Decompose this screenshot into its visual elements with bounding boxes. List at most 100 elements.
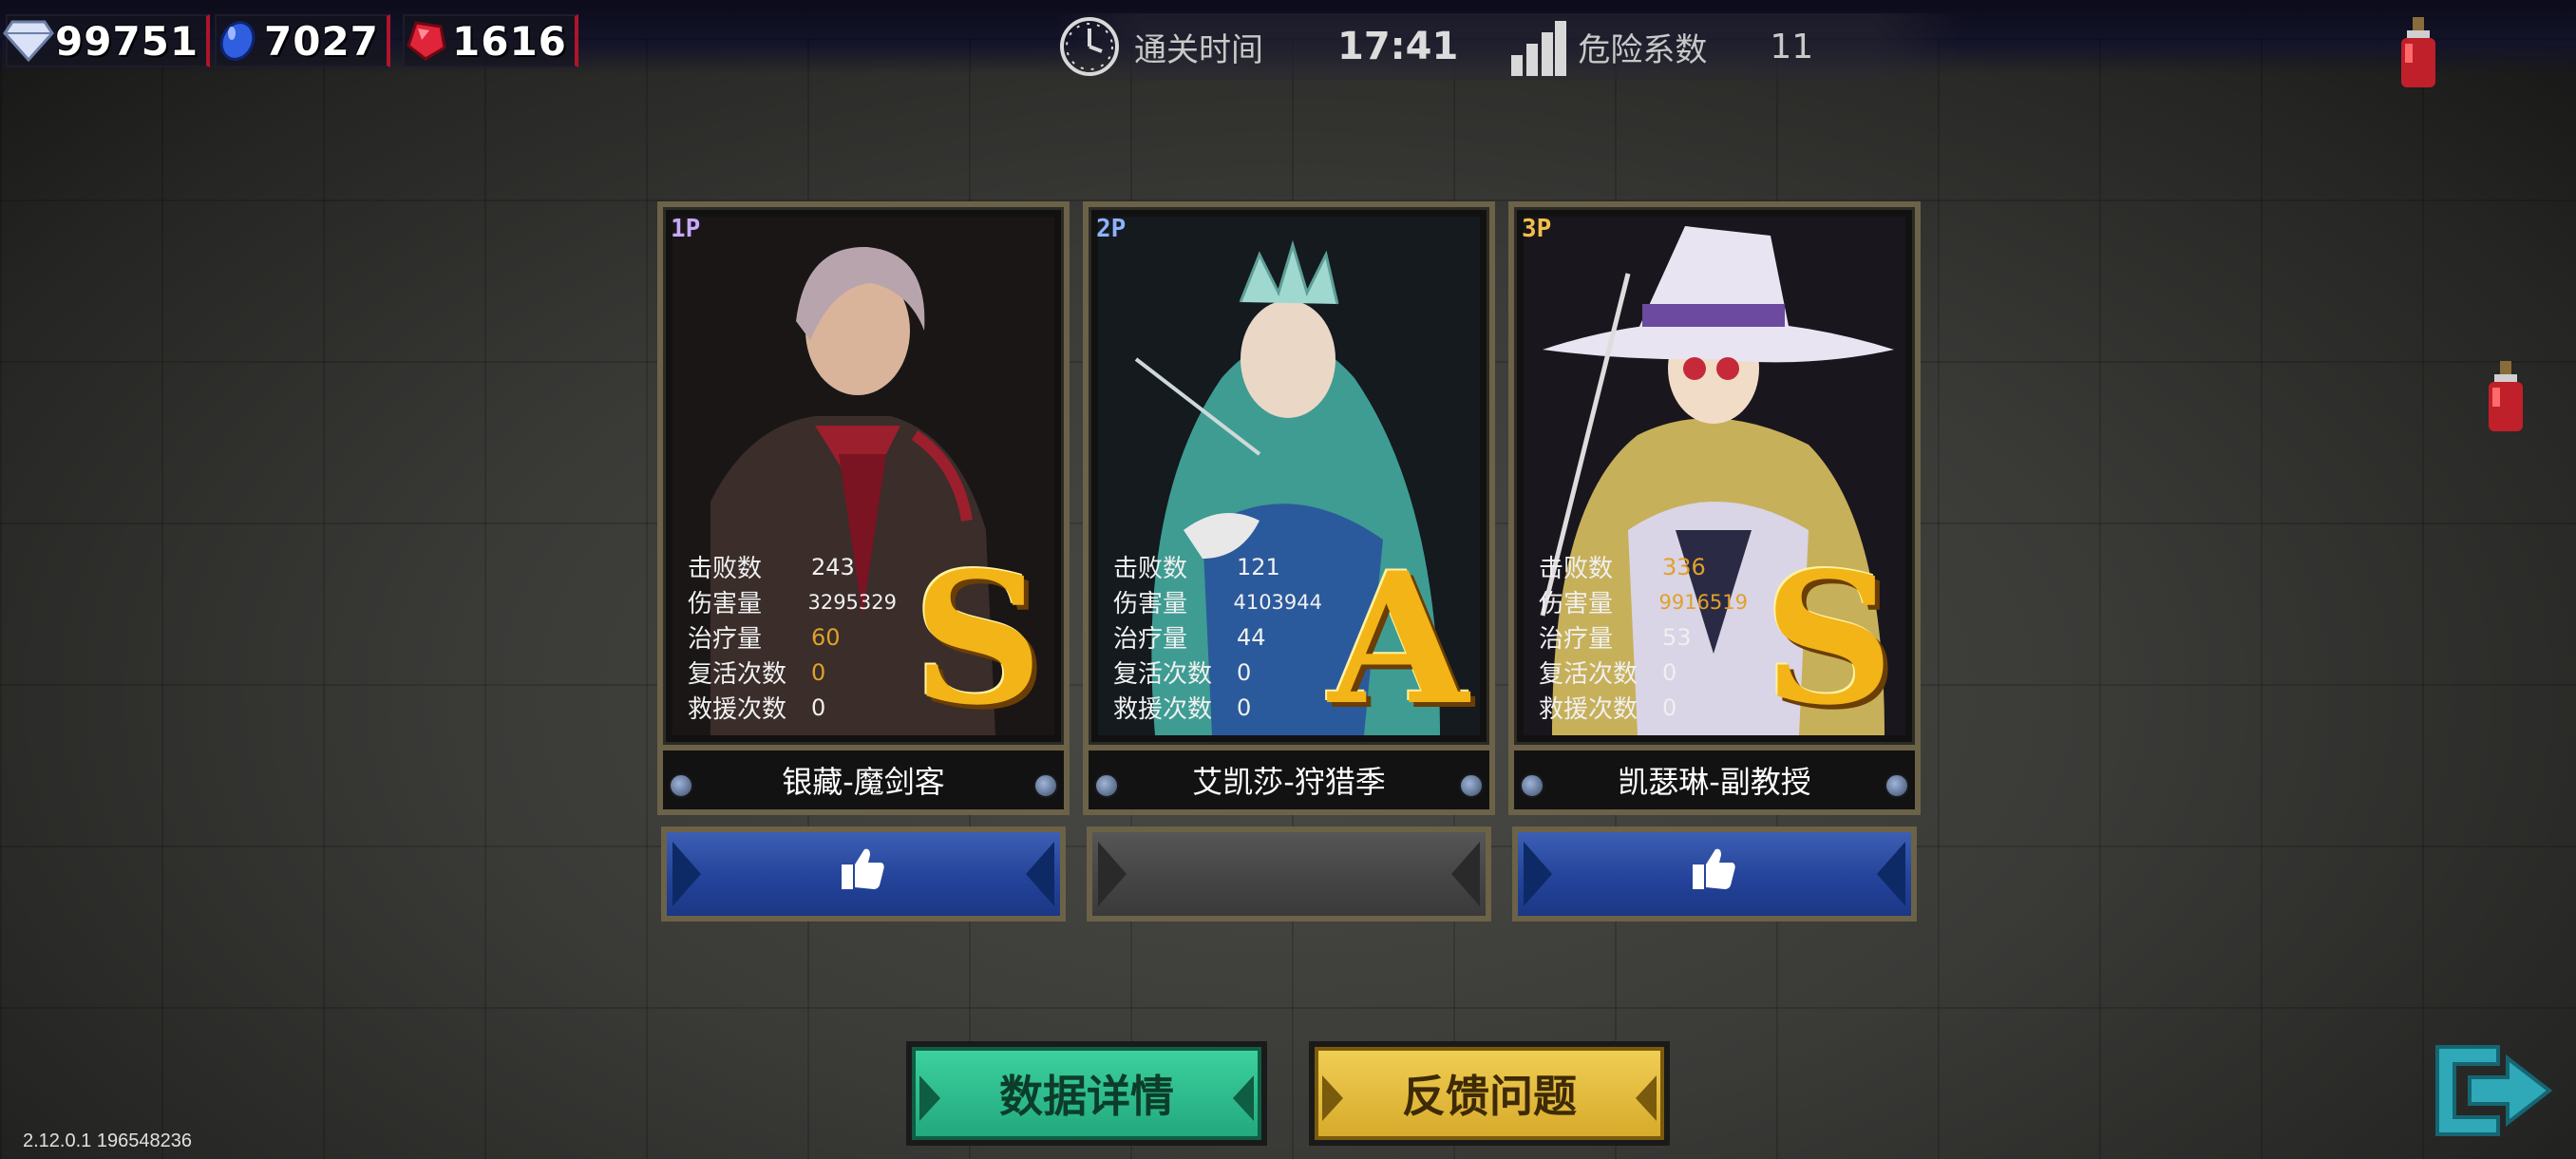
stat-row-kills: 击败数 243: [688, 549, 897, 584]
stud-icon: [1885, 773, 1909, 798]
stat-value: 0: [811, 694, 826, 721]
data-details-label: 数据详情: [999, 1071, 1174, 1122]
stud-icon: [1520, 773, 1544, 798]
thumbs-up-icon: [1691, 846, 1738, 903]
stat-value: 0: [1237, 658, 1252, 686]
stat-value: 9916519: [1658, 590, 1748, 614]
clear-time-value: 17:41: [1337, 25, 1459, 68]
arrow-right-icon: [1877, 842, 1905, 906]
stat-value: 0: [1662, 694, 1677, 721]
potion-icon: [2401, 17, 2435, 87]
player-badge: 1P: [671, 215, 701, 243]
player-name: 凯瑟琳-副教授: [1618, 764, 1811, 800]
arrow-right-icon: [1233, 1075, 1254, 1121]
stat-row-revives: 复活次数 0: [1539, 655, 1748, 690]
run-summary-bar: 通关时间 17:41 危险系数 11: [1052, 13, 1964, 80]
stat-value: 44: [1237, 623, 1266, 651]
danger-label: 危险系数: [1578, 30, 1708, 69]
player-stats: 击败数 336 伤害量 9916519 治疗量 53 复活次数 0 救援次数 0: [1539, 549, 1748, 725]
player-name: 艾凯莎-狩猎季: [1192, 764, 1386, 800]
stat-value: 53: [1662, 623, 1692, 651]
stat-value: 60: [811, 623, 841, 651]
stat-label: 伤害量: [1113, 590, 1188, 618]
grade-letter: S: [1763, 533, 1894, 745]
player-name-bar: 艾凯莎-狩猎季: [1083, 750, 1495, 815]
stat-row-revives: 复活次数 0: [688, 655, 897, 690]
grade-letter: S: [912, 533, 1043, 745]
stat-value: 0: [811, 658, 826, 686]
stat-value: 4103944: [1233, 590, 1322, 614]
arrow-left-icon: [1322, 1075, 1343, 1121]
player-card-3: 3P 击败数 336 伤害量 9916519 治疗量 53 复活次数 0 救援次数 0 S…: [1508, 201, 1921, 929]
stat-label: 伤害量: [688, 590, 763, 618]
stat-row-damage: 伤害量 3295329: [688, 584, 897, 619]
stat-label: 击败数: [688, 555, 763, 583]
arrow-right-icon: [1026, 842, 1054, 906]
version-text: 2.12.0.1 196548236: [23, 1130, 192, 1151]
grade-letter: A: [1328, 533, 1468, 745]
stat-value: 121: [1237, 553, 1280, 580]
stat-label: 复活次数: [1539, 660, 1638, 689]
stat-row-damage: 伤害量 9916519: [1539, 584, 1748, 619]
player-name: 银藏-魔剑客: [782, 764, 945, 800]
arrow-right-icon: [1451, 842, 1480, 906]
player-badge: 3P: [1522, 215, 1552, 243]
stat-value: 243: [811, 553, 855, 580]
stud-icon: [1094, 773, 1119, 798]
blue-gem-icon: [211, 14, 264, 67]
diamond-count: 99751: [55, 17, 199, 65]
stud-icon: [669, 773, 693, 798]
thumbs-up-icon: [840, 846, 887, 903]
currency-blue-gem: 7027: [215, 13, 390, 68]
player-name-bar: 凯瑟琳-副教授: [1508, 750, 1921, 815]
stat-label: 治疗量: [1113, 625, 1188, 654]
currency-red-gem: 1616: [403, 13, 578, 68]
stat-label: 击败数: [1539, 555, 1614, 583]
stat-value: 0: [1237, 694, 1252, 721]
arrow-left-icon: [1098, 842, 1127, 906]
stat-label: 击败数: [1113, 555, 1188, 583]
stat-row-kills: 击败数 121: [1113, 549, 1322, 584]
player-badge: 2P: [1096, 215, 1127, 243]
stat-row-kills: 击败数 336: [1539, 549, 1748, 584]
stat-row-revives: 复活次数 0: [1113, 655, 1322, 690]
clock-icon: [1060, 17, 1119, 76]
stat-label: 复活次数: [1113, 660, 1213, 689]
stat-value: 336: [1662, 553, 1706, 580]
like-button[interactable]: [661, 826, 1066, 922]
stat-row-healing: 治疗量 60: [688, 619, 897, 655]
data-details-button[interactable]: 数据详情: [906, 1041, 1267, 1146]
stud-icon: [1459, 773, 1484, 798]
player-card-2: 2P 击败数 121 伤害量 4103944 治疗量 44 复活次数 0 救援次数 0 A…: [1083, 201, 1495, 929]
currency-diamond: 99751: [3, 13, 211, 68]
stat-label: 救援次数: [1539, 695, 1638, 724]
stat-row-rescues: 救援次数 0: [1539, 690, 1748, 725]
feedback-button[interactable]: 反馈问题: [1309, 1041, 1670, 1146]
card-frame: 3P 击败数 336 伤害量 9916519 治疗量 53 复活次数 0 救援次数 0 S: [1508, 201, 1921, 750]
card-frame: 2P 击败数 121 伤害量 4103944 治疗量 44 复活次数 0 救援次数 0 A: [1083, 201, 1495, 750]
player-stats: 击败数 121 伤害量 4103944 治疗量 44 复活次数 0 救援次数 0: [1113, 549, 1322, 725]
danger-bars-icon: [1511, 21, 1567, 76]
stat-value: 0: [1662, 658, 1677, 686]
red-gem-icon: [399, 14, 452, 67]
stat-label: 救援次数: [688, 695, 787, 724]
stat-row-rescues: 救援次数 0: [1113, 690, 1322, 725]
stat-label: 复活次数: [688, 660, 787, 689]
arrow-right-icon: [1636, 1075, 1657, 1121]
stat-label: 治疗量: [1539, 625, 1614, 654]
stat-value: 3295329: [807, 590, 897, 614]
stat-row-healing: 治疗量 53: [1539, 619, 1748, 655]
like-button[interactable]: [1512, 826, 1917, 922]
stat-row-damage: 伤害量 4103944: [1113, 584, 1322, 619]
stud-icon: [1033, 773, 1058, 798]
clear-time-label: 通关时间: [1134, 30, 1263, 69]
arrow-left-icon: [672, 842, 701, 906]
exit-icon[interactable]: [2432, 1041, 2555, 1140]
stat-label: 伤害量: [1539, 590, 1614, 618]
red-gem-count: 1616: [452, 17, 567, 65]
player-stats: 击败数 243 伤害量 3295329 治疗量 60 复活次数 0 救援次数 0: [688, 549, 897, 725]
stat-row-rescues: 救援次数 0: [688, 690, 897, 725]
card-frame: 1P 击败数 243 伤害量 3295329 治疗量 60 复活次数 0 救援次数 0 S: [657, 201, 1070, 750]
danger-value: 11: [1770, 27, 1814, 66]
feedback-label: 反馈问题: [1402, 1071, 1577, 1122]
